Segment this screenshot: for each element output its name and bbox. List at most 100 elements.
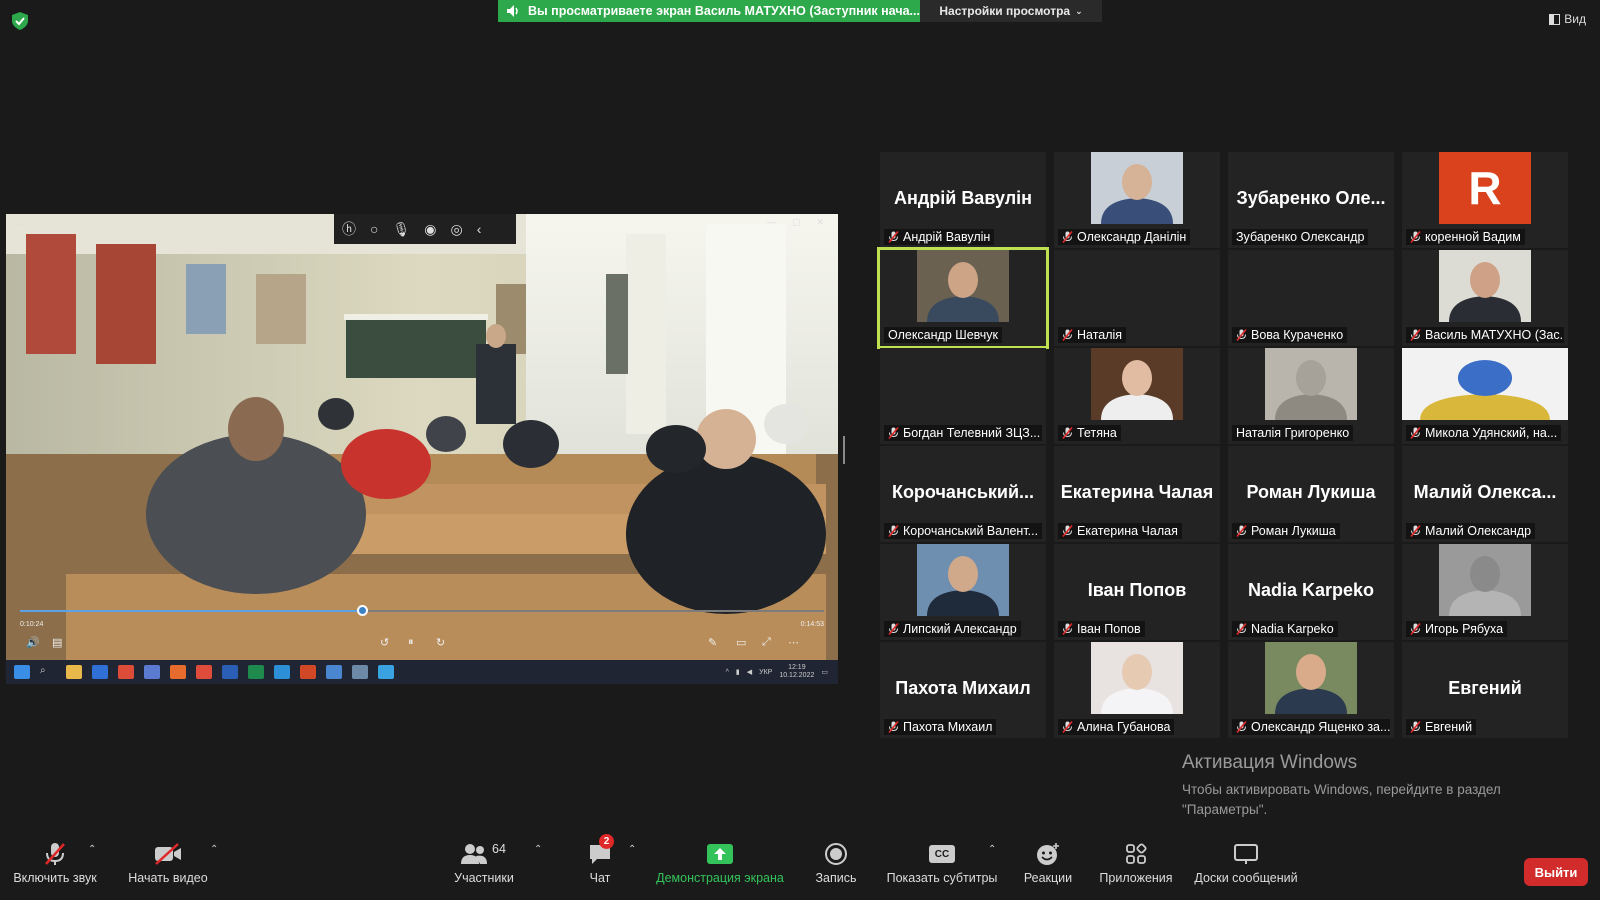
- participant-tile[interactable]: Андрій Вавулін Андрій Вавулін: [880, 152, 1046, 248]
- chrome-icon[interactable]: [118, 665, 134, 679]
- chat-caret-icon[interactable]: ⌃: [628, 844, 636, 855]
- edge-icon[interactable]: [274, 665, 290, 679]
- reactions-button[interactable]: Реакции: [1020, 840, 1076, 885]
- calculator-icon[interactable]: [144, 665, 160, 679]
- app-icon[interactable]: [92, 665, 108, 679]
- network-icon[interactable]: ▮: [736, 668, 740, 676]
- participant-tile[interactable]: Вова Кураченко: [1228, 250, 1394, 346]
- minimize-icon[interactable]: —: [767, 217, 776, 228]
- show-captions-button[interactable]: CC Показать субтитры: [884, 840, 1000, 885]
- whiteboard-icon: [1234, 844, 1258, 864]
- webcam-icon[interactable]: ◎: [450, 221, 462, 238]
- start-video-button[interactable]: Начать видео: [122, 840, 214, 885]
- participant-tile[interactable]: Олександр Данілін: [1054, 152, 1220, 248]
- participant-tile[interactable]: Алина Губанова: [1054, 642, 1220, 738]
- participant-tile[interactable]: Тетяна: [1054, 348, 1220, 444]
- audio-options-caret-icon[interactable]: ⌃: [88, 844, 96, 855]
- windows-start-icon[interactable]: [14, 665, 30, 679]
- powerpoint-icon[interactable]: [300, 665, 316, 679]
- view-button[interactable]: Вид: [1549, 12, 1586, 26]
- chat-button[interactable]: 2 Чат: [580, 834, 620, 885]
- participant-display-name: Андрій Вавулін: [893, 188, 1033, 208]
- pen-icon[interactable]: ✎: [708, 636, 717, 649]
- notifications-icon[interactable]: ▭: [821, 668, 828, 676]
- telegram-icon[interactable]: [378, 665, 394, 679]
- participant-gallery: Андрій Вавулін Андрій Вавулін Олександр Да…: [877, 152, 1568, 748]
- participant-name-text: Вова Кураченко: [1251, 328, 1344, 342]
- fullscreen-icon[interactable]: ⤢: [762, 636, 771, 649]
- participant-tile[interactable]: Корочанський... Корочанський Валент...: [880, 446, 1046, 542]
- muted-microphone-icon: [1062, 623, 1073, 635]
- participant-tile[interactable]: Василь МАТУХНО (Зас...: [1402, 250, 1568, 346]
- participant-tile[interactable]: Микола Удянский, на...: [1402, 348, 1568, 444]
- maximize-icon[interactable]: ▢: [792, 217, 801, 228]
- circle-icon[interactable]: ○: [370, 221, 378, 237]
- pause-icon[interactable]: ⏸: [408, 636, 414, 649]
- video-options-caret-icon[interactable]: ⌃: [210, 844, 218, 855]
- participant-video: [1265, 642, 1357, 714]
- collapse-chevron-icon[interactable]: ‹: [477, 221, 482, 237]
- participant-name-label: Іван Попов: [1058, 621, 1145, 637]
- participant-name-label: Роман Лукиша: [1232, 523, 1340, 539]
- participants-button[interactable]: 64 Участники: [448, 840, 520, 885]
- taskbar-clock[interactable]: 12:19 10.12.2022: [779, 664, 814, 680]
- video-progress-knob[interactable]: [356, 605, 368, 616]
- chrome-icon[interactable]: [196, 665, 212, 679]
- participant-tile[interactable]: Игорь Рябуха: [1402, 544, 1568, 640]
- participant-tile[interactable]: Зубаренко Оле... Зубаренко Олександр: [1228, 152, 1394, 248]
- word-icon[interactable]: [222, 665, 238, 679]
- share-screen-button[interactable]: Демонстрация экрана: [652, 840, 788, 885]
- subtitles-icon[interactable]: ▤: [52, 636, 62, 649]
- zoom-icon[interactable]: [326, 665, 342, 679]
- participant-tile[interactable]: Rкоренной Вадим: [1402, 152, 1568, 248]
- cast-icon[interactable]: ▭: [736, 636, 746, 649]
- video-progress-bar[interactable]: [20, 605, 824, 616]
- captions-caret-icon[interactable]: ⌃: [988, 844, 996, 855]
- rewind-icon[interactable]: ↺: [380, 636, 389, 649]
- participant-tile[interactable]: Наталія Григоренко: [1228, 348, 1394, 444]
- panel-splitter-handle[interactable]: [843, 436, 845, 464]
- file-explorer-icon[interactable]: [66, 665, 82, 679]
- firefox-icon[interactable]: [170, 665, 186, 679]
- apps-button[interactable]: Приложения: [1096, 840, 1176, 885]
- app-icon[interactable]: [352, 665, 368, 679]
- microphone-icon[interactable]: 🎙: [392, 221, 410, 238]
- whiteboards-label: Доски сообщений: [1194, 871, 1298, 885]
- video-time-current: 0:10:24: [20, 621, 44, 628]
- record-button[interactable]: Запись: [808, 840, 864, 885]
- participant-tile[interactable]: Nadia Karpeko Nadia Karpeko: [1228, 544, 1394, 640]
- back-arrow-icon[interactable]: ←: [14, 218, 24, 229]
- record-dot-icon[interactable]: ◉: [424, 221, 436, 238]
- view-settings-button[interactable]: Настройки просмотра ⌄: [920, 0, 1102, 22]
- forward-icon[interactable]: ↻: [436, 636, 445, 649]
- participants-caret-icon[interactable]: ⌃: [534, 844, 542, 855]
- close-icon[interactable]: ✕: [816, 217, 824, 228]
- participant-tile[interactable]: Олександр Шевчук: [877, 247, 1049, 349]
- avatar: R: [1439, 152, 1531, 224]
- participant-tile[interactable]: Липский Александр: [880, 544, 1046, 640]
- participant-tile[interactable]: Екатерина Чалая Екатерина Чалая: [1054, 446, 1220, 542]
- tray-arrow-icon[interactable]: ^: [726, 669, 729, 676]
- volume-icon[interactable]: 🔊: [26, 636, 40, 649]
- participant-name-text: Тетяна: [1077, 426, 1117, 440]
- participant-tile[interactable]: Малий Олекса... Малий Олександр: [1402, 446, 1568, 542]
- participants-label: Участники: [454, 871, 514, 885]
- participant-video: [1439, 250, 1531, 322]
- leave-meeting-button[interactable]: Выйти: [1524, 858, 1588, 886]
- search-icon[interactable]: ⌕: [40, 665, 56, 679]
- more-icon[interactable]: ⋯: [788, 636, 799, 649]
- unmute-button[interactable]: Включить звук: [10, 840, 100, 885]
- participant-tile[interactable]: Олександр Ященко за...: [1228, 642, 1394, 738]
- excel-icon[interactable]: [248, 665, 264, 679]
- participant-tile[interactable]: Евгений Евгений: [1402, 642, 1568, 738]
- participant-tile[interactable]: Роман Лукиша Роман Лукиша: [1228, 446, 1394, 542]
- participant-tile[interactable]: Пахота Михаил Пахота Михаил: [880, 642, 1046, 738]
- keyboard-language[interactable]: УКР: [759, 669, 772, 676]
- participant-tile[interactable]: Наталія: [1054, 250, 1220, 346]
- participant-video: [1091, 642, 1183, 714]
- whiteboards-button[interactable]: Доски сообщений: [1190, 840, 1302, 885]
- volume-tray-icon[interactable]: ◀: [747, 668, 752, 676]
- participant-tile[interactable]: Богдан Телевний ЗЦЗ...: [880, 348, 1046, 444]
- participant-tile[interactable]: Іван Попов Іван Попов: [1054, 544, 1220, 640]
- shield-icon[interactable]: [12, 12, 28, 30]
